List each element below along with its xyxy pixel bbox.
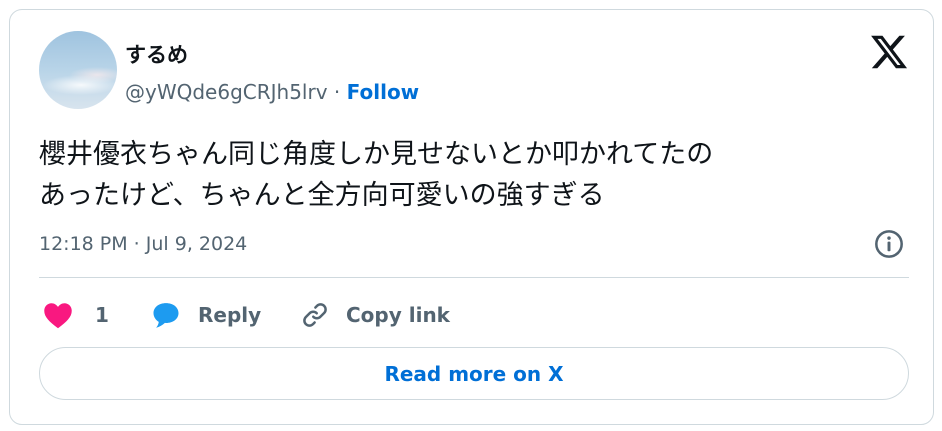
link-icon <box>303 303 327 327</box>
tweet-text: 櫻井優衣ちゃん同じ角度しか見せないとか叩かれてたの あったけど、ちゃんと全方向可… <box>39 134 909 216</box>
like-button[interactable]: 1 <box>43 298 109 332</box>
speech-bubble-icon <box>153 303 179 328</box>
tweet-timestamp[interactable]: 12:18 PM · Jul 9, 2024 <box>39 232 247 256</box>
author-name[interactable]: するめ <box>125 42 188 68</box>
handle-separator: · <box>333 80 341 104</box>
tweet-card: するめ @yWQde6gCRJh5lrv · Follow 櫻井優衣ちゃん同じ角… <box>9 9 934 425</box>
heart-icon <box>44 303 72 329</box>
avatar[interactable] <box>39 31 117 109</box>
author-handle-row: @yWQde6gCRJh5lrv · Follow <box>125 79 419 105</box>
read-more-button[interactable]: Read more on X <box>39 347 909 400</box>
copy-link-button[interactable]: Copy link <box>300 298 450 332</box>
reply-label: Reply <box>198 303 262 327</box>
like-count: 1 <box>95 303 109 327</box>
follow-link[interactable]: Follow <box>347 80 420 104</box>
info-icon[interactable] <box>873 228 905 260</box>
divider <box>39 277 909 278</box>
x-logo-icon[interactable] <box>869 32 909 72</box>
read-more-label: Read more on X <box>384 361 564 386</box>
tweet-text-line: あったけど、ちゃんと全方向可愛いの強すぎる <box>39 180 605 211</box>
tweet-text-line: 櫻井優衣ちゃん同じ角度しか見せないとか叩かれてたの <box>39 139 714 170</box>
copy-link-label: Copy link <box>346 303 450 327</box>
reply-button[interactable]: Reply <box>150 298 261 332</box>
author-handle[interactable]: @yWQde6gCRJh5lrv <box>125 80 328 104</box>
